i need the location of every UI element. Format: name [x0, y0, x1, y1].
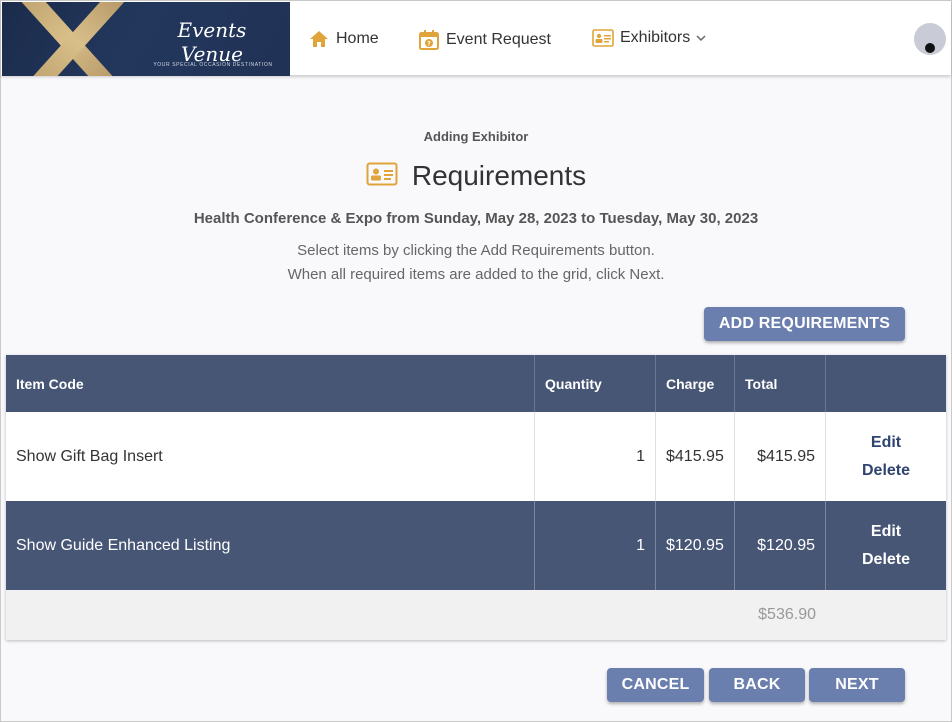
nav-exhibitors-dropdown[interactable]: Exhibitors — [592, 29, 706, 47]
footer-spacer — [656, 590, 735, 640]
next-button[interactable]: NEXT — [809, 668, 905, 702]
grid-header-row: Item Code Quantity Charge Total — [6, 355, 946, 412]
edit-link[interactable]: Edit — [871, 434, 901, 452]
cell-item-code: Show Guide Enhanced Listing — [6, 501, 535, 590]
calendar-question-icon: ? — [418, 29, 440, 51]
logo-title: Events Venue — [177, 18, 247, 66]
svg-text:?: ? — [427, 41, 431, 48]
instruction-line-1: Select items by clicking the Add Require… — [297, 242, 655, 259]
column-header-quantity[interactable]: Quantity — [535, 355, 656, 412]
edit-link[interactable]: Edit — [871, 523, 901, 541]
cell-item-code: Show Gift Bag Insert — [6, 412, 535, 501]
events-venue-logo[interactable]: Events Venue YOUR SPECIAL OCCASION DESTI… — [2, 2, 290, 76]
page-eyebrow: Adding Exhibitor — [423, 129, 529, 144]
column-header-total[interactable]: Total — [735, 355, 826, 412]
cell-charge: $415.95 — [656, 412, 735, 501]
grand-total: $536.90 — [758, 606, 816, 623]
table-row[interactable]: Show Guide Enhanced Listing 1 $120.95 $1… — [6, 501, 946, 590]
nav-event-request[interactable]: ? Event Request — [418, 29, 551, 51]
footer-spacer — [826, 590, 946, 640]
column-header-charge[interactable]: Charge — [656, 355, 735, 412]
back-button[interactable]: BACK — [709, 668, 805, 702]
nav-exhibitors-label: Exhibitors — [620, 29, 691, 46]
table-row[interactable]: Show Gift Bag Insert 1 $415.95 $415.95 E… — [6, 412, 946, 501]
instruction-line-2: When all required items are added to the… — [287, 266, 665, 283]
id-card-icon — [592, 29, 614, 47]
avatar-head — [925, 43, 935, 53]
requirements-grid: Item Code Quantity Charge Total Show Gif… — [6, 355, 946, 640]
page-title-row: Requirements — [0, 160, 952, 192]
column-header-actions — [826, 355, 946, 412]
page-title: Requirements — [411, 160, 587, 191]
user-avatar-icon[interactable] — [914, 23, 946, 55]
cell-quantity: 1 — [535, 501, 656, 590]
id-card-icon — [366, 162, 398, 191]
chevron-down-icon — [696, 29, 706, 47]
cancel-button[interactable]: CANCEL — [607, 668, 704, 702]
add-requirements-button[interactable]: ADD REQUIREMENTS — [704, 307, 905, 341]
delete-link[interactable]: Delete — [862, 462, 910, 480]
logo-subtitle: YOUR SPECIAL OCCASION DESTINATION — [153, 62, 273, 68]
cell-total: $415.95 — [735, 412, 826, 501]
cell-charge: $120.95 — [656, 501, 735, 590]
cell-actions: Edit Delete — [826, 501, 946, 590]
nav-home[interactable]: Home — [308, 29, 379, 49]
footer-spacer — [6, 590, 535, 640]
nav-event-request-label: Event Request — [446, 31, 551, 48]
footer-spacer — [535, 590, 656, 640]
cell-total: $120.95 — [735, 501, 826, 590]
delete-link[interactable]: Delete — [862, 551, 910, 569]
grid-footer-row: $536.90 — [6, 590, 946, 640]
top-header: Events Venue YOUR SPECIAL OCCASION DESTI… — [1, 1, 951, 76]
column-header-item-code[interactable]: Item Code — [6, 355, 535, 412]
cell-quantity: 1 — [535, 412, 656, 501]
event-summary: Health Conference & Expo from Sunday, Ma… — [193, 210, 759, 227]
home-icon — [308, 29, 330, 49]
cell-actions: Edit Delete — [826, 412, 946, 501]
nav-home-label: Home — [336, 30, 379, 47]
